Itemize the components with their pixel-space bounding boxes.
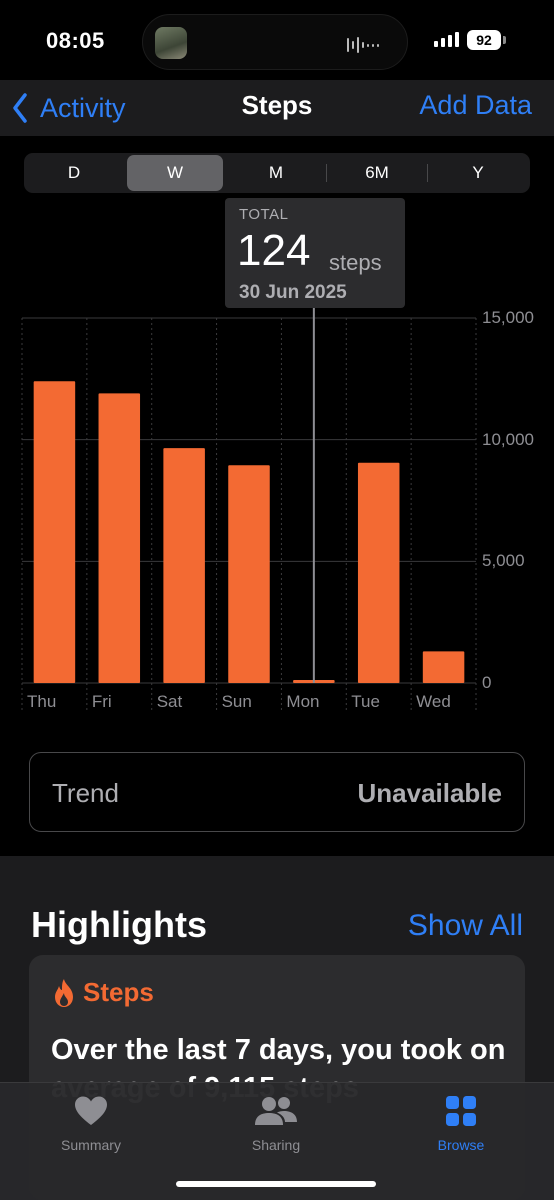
y-tick-label: 15,000 bbox=[482, 308, 534, 327]
steps-bar-chart[interactable] bbox=[0, 0, 554, 720]
tooltip-value: 124 bbox=[237, 226, 311, 275]
selection-tooltip: TOTAL 124 steps 30 Jun 2025 bbox=[225, 198, 405, 308]
flame-icon bbox=[55, 978, 73, 1007]
trend-row[interactable]: Trend Unavailable bbox=[29, 752, 525, 832]
x-tick-label: Wed bbox=[416, 692, 451, 711]
x-tick-label: Sat bbox=[156, 692, 183, 711]
x-tick-label: Sun bbox=[221, 692, 252, 711]
y-tick-label: 5,000 bbox=[482, 551, 525, 571]
tab-sharing[interactable]: Sharing bbox=[216, 1093, 336, 1153]
x-tick-label: Tue bbox=[351, 692, 380, 711]
tab-browse[interactable]: Browse bbox=[401, 1093, 521, 1153]
bar-thu[interactable] bbox=[33, 381, 76, 683]
x-tick-label: Fri bbox=[91, 692, 112, 711]
highlight-card-metric: Steps bbox=[83, 977, 154, 1007]
x-tick-label: Mon bbox=[286, 692, 320, 711]
bar-tue[interactable] bbox=[357, 462, 400, 683]
grid-icon bbox=[446, 1096, 476, 1126]
highlight-card-header: Steps bbox=[51, 977, 154, 1008]
heart-icon bbox=[75, 1096, 107, 1125]
tab-summary[interactable]: Summary bbox=[31, 1093, 151, 1153]
tooltip-date: 30 Jun 2025 bbox=[239, 282, 347, 303]
bar-wed[interactable] bbox=[422, 651, 465, 683]
bar-sat[interactable] bbox=[163, 448, 205, 683]
bar-sun[interactable] bbox=[228, 465, 270, 683]
tab-sharing-label: Sharing bbox=[251, 1137, 301, 1153]
tab-summary-label: Summary bbox=[61, 1137, 121, 1153]
tooltip-unit: steps bbox=[329, 250, 382, 275]
x-tick-label: Thu bbox=[27, 692, 57, 711]
home-indicator bbox=[176, 1181, 376, 1187]
trend-label: Trend bbox=[52, 778, 119, 808]
highlights-title: Highlights bbox=[31, 904, 207, 945]
trend-value: Unavailable bbox=[357, 778, 502, 808]
y-tick-label: 0 bbox=[482, 673, 492, 692]
y-tick-label: 10,000 bbox=[482, 429, 534, 449]
tab-browse-label: Browse bbox=[437, 1137, 485, 1153]
show-all-button[interactable]: Show All bbox=[408, 909, 523, 943]
people-icon bbox=[255, 1097, 297, 1125]
bar-fri[interactable] bbox=[98, 393, 141, 683]
tooltip-label: TOTAL bbox=[239, 206, 289, 223]
